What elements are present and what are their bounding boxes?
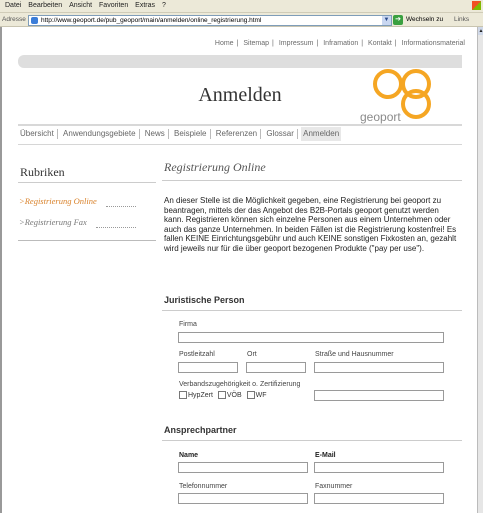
sidebar-divider — [18, 182, 156, 183]
firma-label: Firma — [179, 321, 197, 328]
logo-text: geoport — [360, 110, 401, 124]
sidebar-item-registrierung-online[interactable]: >Registrierung Online — [19, 196, 97, 206]
tab-referenzen[interactable]: Referenzen — [214, 127, 259, 141]
vertical-scrollbar[interactable]: ▲ — [477, 27, 483, 513]
email-label: E-Mail — [315, 452, 336, 459]
arrow-right-icon: ➔ — [393, 15, 403, 25]
address-bar: Adresse http://www.geoport.de/pub_geopor… — [0, 13, 483, 27]
telefon-input[interactable] — [178, 493, 308, 504]
menu-bar: Datei Bearbeiten Ansicht Favoriten Extra… — [0, 0, 483, 13]
fax-input[interactable] — [314, 493, 444, 504]
tab-beispiele[interactable]: Beispiele — [172, 127, 208, 141]
links-button[interactable]: Links — [454, 16, 469, 23]
chevron-down-icon[interactable]: ▼ — [382, 16, 391, 25]
firma-input[interactable] — [178, 332, 444, 343]
header-divider — [18, 124, 462, 126]
intro-text: An dieser Stelle ist die Möglichkeit geg… — [164, 196, 457, 253]
telefon-label: Telefonnummer — [179, 483, 228, 490]
sidebar-dots — [106, 205, 136, 207]
zertifizierung-input[interactable] — [314, 390, 444, 401]
topnav-informationsmaterial[interactable]: Informationsmaterial — [402, 40, 465, 47]
sidebar-item-registrierung-fax[interactable]: >Registrierung Fax — [19, 217, 87, 227]
hypzert-label: HypZert — [188, 391, 213, 399]
email-input[interactable] — [314, 462, 444, 473]
content-divider — [162, 180, 462, 181]
hypzert-checkbox[interactable] — [179, 391, 187, 399]
sidebar-bottom-divider — [18, 240, 156, 241]
ort-label: Ort — [247, 351, 257, 358]
section-divider — [162, 440, 462, 441]
menu-help[interactable]: ? — [162, 0, 166, 12]
plz-input[interactable] — [178, 362, 238, 373]
top-navigation: Home | Sitemap | Impressum | Inframation | K… — [214, 40, 465, 47]
name-input[interactable] — [178, 462, 308, 473]
url-text: http://www.geoport.de/pub_geoport/main/a… — [41, 17, 262, 24]
sidebar-title: Rubriken — [20, 165, 65, 179]
topnav-kontakt[interactable]: Kontakt — [368, 40, 392, 47]
strasse-input[interactable] — [314, 362, 444, 373]
plz-label: Postleitzahl — [179, 351, 215, 358]
content-title: Registrierung Online — [164, 160, 266, 174]
strasse-label: Straße und Hausnummer — [315, 351, 394, 358]
sidebar-dots — [96, 226, 136, 228]
voeb-label: VÖB — [226, 391, 242, 399]
section-divider — [162, 310, 462, 311]
topnav-home[interactable]: Home — [215, 40, 234, 47]
wf-label: WF — [255, 391, 267, 399]
name-label: Name — [179, 452, 199, 459]
verband-label: Verbandszugehörigkeit o. Zertifizierung — [179, 381, 301, 388]
main-tabs: Übersicht Anwendungsgebiete News Beispie… — [18, 127, 342, 143]
menu-extras[interactable]: Extras — [135, 0, 155, 12]
menu-datei[interactable]: Datei — [5, 0, 21, 12]
section-juristische-person-title: Juristische Person — [164, 295, 245, 305]
tab-uebersicht[interactable]: Übersicht — [18, 127, 56, 141]
scroll-up-icon[interactable]: ▲ — [478, 27, 483, 35]
menu-ansicht[interactable]: Ansicht — [69, 0, 92, 12]
topnav-impressum[interactable]: Impressum — [279, 40, 314, 47]
page-icon — [31, 17, 38, 24]
tab-anmelden[interactable]: Anmelden — [301, 127, 342, 141]
topnav-sitemap[interactable]: Sitemap — [243, 40, 269, 47]
section-ansprechpartner-title: Ansprechpartner — [164, 425, 237, 435]
menu-favoriten[interactable]: Favoriten — [99, 0, 128, 12]
page-title: Anmelden — [198, 84, 282, 106]
topnav-inframation[interactable]: Inframation — [323, 40, 358, 47]
tab-glossar[interactable]: Glossar — [264, 127, 296, 141]
go-label: Wechseln zu — [406, 16, 444, 23]
windows-logo-icon — [472, 1, 481, 10]
fax-label: Faxnummer — [315, 483, 353, 490]
wf-checkbox[interactable] — [246, 391, 255, 399]
tab-news[interactable]: News — [143, 127, 167, 141]
voeb-checkbox[interactable] — [217, 391, 226, 399]
verband-checkboxes: HypZert VÖB WF — [179, 391, 270, 399]
tab-anwendungsgebiete[interactable]: Anwendungsgebiete — [61, 127, 138, 141]
ort-input[interactable] — [246, 362, 306, 373]
tabs-divider — [18, 144, 462, 145]
menu-bearbeiten[interactable]: Bearbeiten — [28, 0, 62, 12]
url-input[interactable]: http://www.geoport.de/pub_geoport/main/a… — [28, 15, 392, 26]
address-label: Adresse — [2, 16, 26, 23]
